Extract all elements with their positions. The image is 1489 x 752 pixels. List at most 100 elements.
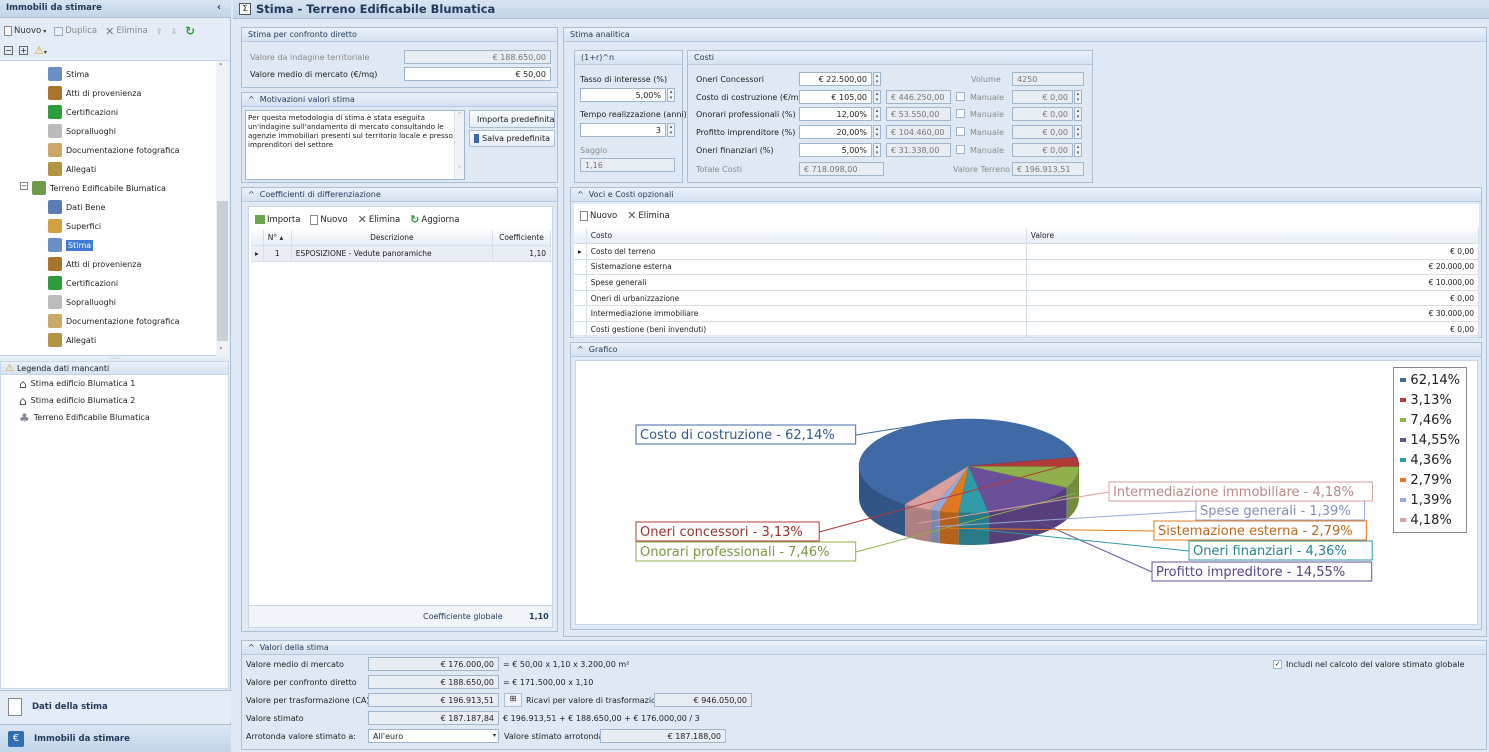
nav-dati-stima[interactable]: Dati della stima bbox=[0, 690, 231, 722]
tree-item[interactable]: Allegati bbox=[48, 331, 96, 349]
cell-costo[interactable]: Costo del terreno bbox=[586, 243, 1027, 260]
table-row[interactable]: Oneri di urbanizzazione € 0,00 bbox=[574, 290, 1480, 307]
col-header-n[interactable]: N° ▴ bbox=[263, 230, 292, 247]
costo-input[interactable]: 5,00% bbox=[799, 142, 872, 157]
table-row[interactable]: ▸ Costo del terreno € 0,00 bbox=[574, 243, 1480, 260]
costo-input[interactable]: 20,00% bbox=[799, 125, 872, 140]
table-row[interactable]: Sistemazione esterna € 20.000,00 bbox=[574, 259, 1480, 276]
tempo-spinner[interactable]: ▴ ▾ bbox=[667, 123, 675, 137]
cell-valore[interactable]: € 10.000,00 bbox=[1026, 274, 1480, 291]
cell-costo[interactable]: Costi gestione (beni invenduti) bbox=[586, 321, 1027, 338]
import-button[interactable]: Importa bbox=[255, 215, 300, 225]
collapse-icon[interactable]: ^ bbox=[248, 190, 255, 199]
cell-valore[interactable]: € 0,00 bbox=[1026, 290, 1480, 307]
cell-costo[interactable]: Spese generali bbox=[586, 274, 1027, 291]
tree-expand-icon[interactable]: − bbox=[20, 182, 28, 190]
cell-valore[interactable]: € 0,00 bbox=[1026, 321, 1480, 338]
legend-item[interactable]: ⌂ Stima edificio Blumatica 1 bbox=[1, 375, 228, 392]
duplicate-button[interactable]: Duplica bbox=[54, 26, 97, 36]
valore-medio-input[interactable]: € 50,00 bbox=[404, 67, 551, 81]
cell-descrizione[interactable]: ESPOSIZIONE - Vedute panoramiche bbox=[291, 245, 494, 262]
cell-costo[interactable]: Oneri di urbanizzazione bbox=[586, 290, 1027, 307]
costo-input[interactable]: € 105,00 bbox=[799, 89, 872, 104]
tree-item[interactable]: Atti di provenienza bbox=[48, 84, 141, 102]
move-down-icon[interactable]: ⇩ bbox=[170, 27, 177, 36]
tree-scrollbar[interactable]: ˄ ˅ bbox=[216, 61, 229, 357]
manuale-checkbox[interactable] bbox=[956, 144, 965, 154]
scroll-down-icon[interactable]: ˅ bbox=[219, 347, 223, 355]
importa-predefinita-button[interactable]: Importa predefinita bbox=[469, 110, 555, 128]
costo-spinner[interactable]: ▴ ▾ bbox=[873, 107, 881, 122]
tree-item[interactable]: Certificazioni bbox=[48, 274, 118, 292]
nav-immobili[interactable]: € Immobili da stimare bbox=[0, 724, 231, 752]
table-row[interactable]: Spese generali € 10.000,00 bbox=[574, 274, 1480, 291]
cell-costo[interactable]: Sistemazione esterna bbox=[586, 259, 1027, 276]
motivazioni-textarea[interactable]: Per questa metodologia di stima è stata … bbox=[245, 110, 465, 180]
tasso-spinner[interactable]: ▴ ▾ bbox=[667, 88, 675, 102]
tree-item[interactable]: Terreno Edificabile Blumatica bbox=[32, 179, 166, 197]
collapse-icon[interactable]: ^ bbox=[577, 190, 584, 199]
costo-spinner[interactable]: ▴ ▾ bbox=[873, 142, 881, 157]
new-button[interactable]: Nuovo ▾ bbox=[4, 26, 46, 36]
table-row[interactable]: Intermediazione immobiliare € 30.000,00 bbox=[574, 305, 1480, 323]
cell-valore[interactable]: € 20.000,00 bbox=[1026, 259, 1480, 276]
expand-all-icon[interactable]: + bbox=[19, 46, 28, 55]
delete-button[interactable]: ✕ Elimina bbox=[627, 209, 670, 222]
costo-input[interactable]: 12,00% bbox=[799, 107, 872, 122]
manuale-spinner[interactable]: ▴ ▾ bbox=[1074, 125, 1082, 140]
collapse-icon[interactable]: ^ bbox=[248, 95, 255, 104]
col-header-valore[interactable]: Valore bbox=[1026, 228, 1480, 245]
tree-item[interactable]: Stima bbox=[48, 236, 94, 254]
tree-item[interactable]: Superfici bbox=[48, 217, 101, 235]
legend-item[interactable]: ♣ Terreno Edificabile Blumatica bbox=[1, 409, 228, 426]
cell-costo[interactable]: Intermediazione immobiliare bbox=[586, 305, 1027, 323]
tree-item[interactable]: Sopralluoghi bbox=[48, 122, 116, 140]
costo-spinner[interactable]: ▴ ▾ bbox=[873, 125, 881, 140]
calc-button[interactable]: ⊞ bbox=[504, 693, 522, 707]
manuale-spinner[interactable]: ▴ ▾ bbox=[1074, 107, 1082, 122]
costo-input[interactable]: € 22.500,00 bbox=[799, 72, 872, 86]
new-button[interactable]: Nuovo bbox=[310, 214, 348, 225]
salva-predefinita-button[interactable]: Salva predefinita bbox=[469, 130, 555, 147]
tree-item[interactable]: Documentazione fotografica bbox=[48, 312, 180, 330]
refresh-button[interactable]: ↻ Aggiorna bbox=[410, 213, 459, 226]
tree-item[interactable]: Certificazioni bbox=[48, 103, 118, 121]
manuale-checkbox[interactable] bbox=[956, 109, 965, 119]
col-header-costo[interactable]: Costo bbox=[586, 228, 1027, 245]
tempo-input[interactable]: 3 bbox=[580, 123, 666, 137]
includi-checkbox[interactable]: ✓ bbox=[1273, 660, 1282, 669]
cell-coefficiente[interactable]: 1,10 bbox=[492, 245, 551, 262]
refresh-icon[interactable]: ↻ bbox=[185, 24, 195, 38]
tree-item[interactable]: Dati Bene bbox=[48, 198, 105, 216]
cell-valore[interactable]: € 30.000,00 bbox=[1026, 305, 1480, 323]
legend-item[interactable]: ⌂ Stima edificio Blumatica 2 bbox=[1, 392, 228, 409]
textarea-scrollbar[interactable]: ˄ ˅ bbox=[454, 111, 464, 179]
col-header-coefficiente[interactable]: Coefficiente bbox=[492, 230, 551, 247]
tree-item[interactable]: Documentazione fotografica bbox=[48, 141, 180, 159]
tree-item[interactable]: Allegati bbox=[48, 160, 96, 178]
table-row[interactable]: Costi gestione (beni invenduti) € 0,00 bbox=[574, 321, 1480, 338]
scroll-up-icon[interactable]: ˄ bbox=[219, 63, 223, 71]
scroll-thumb[interactable] bbox=[217, 201, 228, 341]
new-button[interactable]: Nuovo bbox=[580, 210, 617, 221]
manuale-spinner[interactable]: ▴ ▾ bbox=[1074, 142, 1082, 157]
collapse-icon[interactable]: ^ bbox=[248, 643, 255, 652]
costo-spinner[interactable]: ▴ ▾ bbox=[873, 89, 881, 104]
manuale-checkbox[interactable] bbox=[956, 127, 965, 137]
delete-button[interactable]: ✕ Elimina bbox=[358, 213, 401, 226]
collapse-sidebar-button[interactable]: ‹ bbox=[217, 2, 221, 13]
collapse-all-icon[interactable]: − bbox=[4, 46, 13, 55]
cell-n[interactable]: 1 bbox=[263, 245, 292, 262]
tree-item[interactable]: Stima bbox=[48, 65, 89, 83]
col-header-descrizione[interactable]: Descrizione bbox=[291, 230, 494, 247]
warning-filter-icon[interactable]: ⚠▾ bbox=[34, 44, 47, 57]
collapse-icon[interactable]: ^ bbox=[577, 345, 584, 354]
move-up-icon[interactable]: ⇧ bbox=[156, 27, 163, 36]
tree-item[interactable]: Sopralluoghi bbox=[48, 293, 116, 311]
table-row[interactable]: ▸ 1 ESPOSIZIONE - Vedute panoramiche 1,1… bbox=[251, 245, 551, 262]
costo-spinner[interactable]: ▴ ▾ bbox=[873, 72, 881, 86]
tree-item[interactable]: Atti di provenienza bbox=[48, 255, 141, 273]
tasso-input[interactable]: 5,00% bbox=[580, 88, 666, 102]
manuale-spinner[interactable]: ▴ ▾ bbox=[1074, 89, 1082, 104]
dropdown-arrow-icon[interactable]: ▾ bbox=[493, 732, 496, 739]
